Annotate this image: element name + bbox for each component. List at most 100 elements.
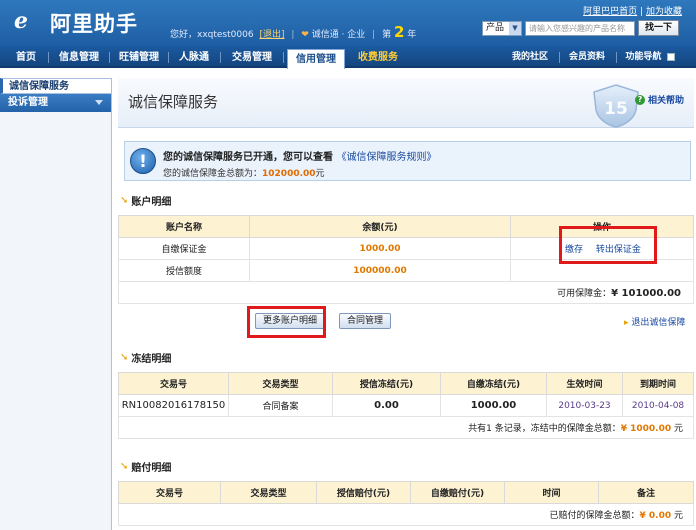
sidebar-item-complaints[interactable]: 投诉管理 — [0, 94, 111, 112]
effective-date: 2010-03-23 — [546, 394, 623, 417]
col-trade-no: 交易号 — [118, 481, 221, 504]
col-self-payout: 自缴赔付(元) — [410, 481, 505, 504]
col-credit-frozen: 授信冻结(元) — [332, 372, 441, 395]
highlight-operations — [559, 226, 657, 264]
trust-badge-icon: ❤ — [301, 30, 309, 40]
account-name: 授信额度 — [118, 259, 250, 282]
add-favorite-link[interactable]: 加为收藏 — [646, 7, 682, 17]
col-self-frozen: 自缴冻结(元) — [440, 372, 547, 395]
search-button[interactable]: 找一下 — [638, 20, 680, 36]
sidebar-item-trust-guarantee[interactable]: 诚信保障服务 — [0, 78, 111, 94]
frozen-summary-label: 共有1 条记录，冻结中的保障金总额： — [468, 424, 621, 434]
header-bar: e 阿里助手 您好，xxqtest0006 [退出] | ❤ 诚信通 · 企业 … — [0, 0, 696, 46]
alibaba-home-link[interactable]: 阿里巴巴首页 — [583, 7, 637, 17]
notice-sub-unit: 元 — [315, 169, 325, 179]
notice-sub: 您的诚信保障金总额为：102000.00元 — [163, 166, 325, 179]
search-bar: 产品 ▼ 请输入您感兴趣的产品名称 找一下 — [482, 20, 680, 36]
user-greeting: 您好，xxqtest0006 [退出] | ❤ 诚信通 · 企业 | 第 2 年 — [170, 23, 417, 41]
available-row: 可用保障金：¥ 101000.00 — [118, 281, 694, 304]
help-icon: ? — [634, 94, 645, 105]
exit-service-link[interactable]: ▸ 退出诚信保障 — [624, 315, 685, 328]
col-account-name: 账户名称 — [118, 215, 250, 238]
payout-section-title: ➘ 赔付明细 — [120, 459, 171, 474]
nav-credit-manage[interactable]: 信用管理 — [287, 49, 345, 69]
year-suffix: 年 — [407, 30, 417, 40]
frozen-table: 交易号 交易类型 授信冻结(元) 自缴冻结(元) 生效时间 到期时间 RN100… — [118, 372, 694, 439]
nav-trade-manage[interactable]: 交易管理 — [224, 48, 280, 68]
available-value: ¥ 101000.00 — [611, 288, 681, 299]
col-credit-payout: 授信赔付(元) — [316, 481, 411, 504]
notice-main: 您的诚信保障服务已开通，您可以查看 《诚信保障服务规则》 — [163, 148, 436, 163]
col-balance: 余额(元) — [249, 215, 511, 238]
logo[interactable]: e 阿里助手 — [12, 8, 138, 38]
self-frozen: 1000.00 — [440, 394, 547, 417]
main-content: 诚信保障服务 15 ? 相关帮助 ! 您的诚信保障服务已开通，您可以查看 《诚信… — [118, 78, 696, 530]
nav-member-profile[interactable]: 会员资料 — [564, 48, 610, 68]
payout-table: 交易号 交易类型 授信赔付(元) 自缴赔付(元) 时间 备注 已赔付的保障金总额… — [118, 481, 694, 526]
sidebar-item-label: 投诉管理 — [8, 97, 48, 108]
account-name: 自缴保证金 — [118, 237, 250, 260]
main-nav: 首页 信息管理 旺铺管理 人脉通 交易管理 信用管理 收费服务 我的社区 会员资… — [0, 46, 696, 69]
arrow-icon: ▸ — [624, 318, 629, 328]
notice-sub-label: 您的诚信保障金总额为： — [163, 169, 263, 179]
svg-text:15: 15 — [604, 99, 628, 119]
logout-link[interactable]: [退出] — [259, 30, 284, 40]
trade-no: RN10082016178150 — [118, 394, 229, 417]
col-effective-date: 生效时间 — [546, 372, 623, 395]
payout-summary: 已赔付的保障金总额：¥ 0.00 元 — [118, 503, 694, 526]
nav-my-community[interactable]: 我的社区 — [508, 48, 552, 68]
search-category-value: 产品 — [486, 22, 505, 33]
account-section-label: 账户明细 — [131, 197, 172, 208]
sidebar: 诚信保障服务 投诉管理 — [0, 78, 112, 530]
highlight-more-details — [247, 306, 326, 338]
nav-shop-manage[interactable]: 旺铺管理 — [112, 48, 166, 68]
page-banner: 诚信保障服务 15 ? 相关帮助 — [118, 78, 694, 128]
total-guarantee-amount: 102000.00 — [262, 169, 316, 179]
available-label: 可用保障金： — [557, 289, 612, 299]
search-input[interactable]: 请输入您感兴趣的产品名称 — [525, 20, 635, 36]
chevron-down-icon — [95, 100, 103, 105]
arrow-icon: ➘ — [120, 352, 129, 363]
payout-section-label: 赔付明细 — [131, 463, 172, 474]
col-expire-date: 到期时间 — [622, 372, 694, 395]
arrow-icon: ➘ — [120, 195, 129, 206]
notice-main-text: 您的诚信保障服务已开通，您可以查看 — [163, 152, 333, 163]
arrow-icon: ➘ — [120, 461, 129, 472]
nav-contacts[interactable]: 人脉通 — [172, 48, 216, 68]
greeting-text: 您好，xxqtest0006 — [170, 30, 254, 40]
service-notice: ! 您的诚信保障服务已开通，您可以查看 《诚信保障服务规则》 您的诚信保障金总额… — [124, 141, 691, 181]
nav-function-guide[interactable]: 功能导航 — [620, 48, 680, 68]
info-icon: ! — [130, 148, 156, 174]
nav-home[interactable]: 首页 — [6, 48, 46, 68]
page-title: 诚信保障服务 — [128, 93, 219, 111]
alibaba-logo-icon: e — [14, 8, 28, 34]
trust-label: 诚信通 · 企业 — [311, 30, 366, 40]
chevron-down-icon: ▼ — [509, 21, 521, 35]
credit-frozen: 0.00 — [332, 394, 441, 417]
frozen-summary-value: ¥ 1000.00 — [620, 424, 672, 434]
table-row: RN10082016178150 合同备案 0.00 1000.00 2010-… — [118, 394, 694, 417]
trade-type: 合同备案 — [228, 394, 333, 417]
payout-summary-label: 已赔付的保障金总额： — [549, 511, 640, 521]
contract-manage-button[interactable]: 合同管理 — [339, 313, 392, 329]
function-guide-label: 功能导航 — [625, 52, 662, 62]
col-remark: 备注 — [598, 481, 694, 504]
service-rules-link[interactable]: 《诚信保障服务规则》 — [336, 152, 436, 163]
help-link[interactable]: ? 相关帮助 — [634, 93, 684, 106]
expire-date: 2010-04-08 — [622, 394, 694, 417]
account-balance: 1000.00 — [249, 237, 511, 260]
account-section-title: ➘ 账户明细 — [120, 193, 171, 208]
help-label: 相关帮助 — [647, 96, 684, 106]
col-trade-type: 交易类型 — [228, 372, 333, 395]
frozen-summary-unit: 元 — [673, 424, 683, 434]
col-time: 时间 — [504, 481, 599, 504]
account-balance: 100000.00 — [249, 259, 511, 282]
search-category-select[interactable]: 产品 ▼ — [482, 20, 522, 36]
app-title: 阿里助手 — [50, 12, 138, 36]
year-prefix: 第 — [382, 30, 392, 40]
nav-info-manage[interactable]: 信息管理 — [52, 48, 106, 68]
top-links: 阿里巴巴首页 | 加为收藏 — [583, 7, 682, 17]
col-trade-no: 交易号 — [118, 372, 229, 395]
exit-service-label: 退出诚信保障 — [631, 318, 686, 328]
nav-paid-services[interactable]: 收费服务 — [350, 48, 406, 68]
